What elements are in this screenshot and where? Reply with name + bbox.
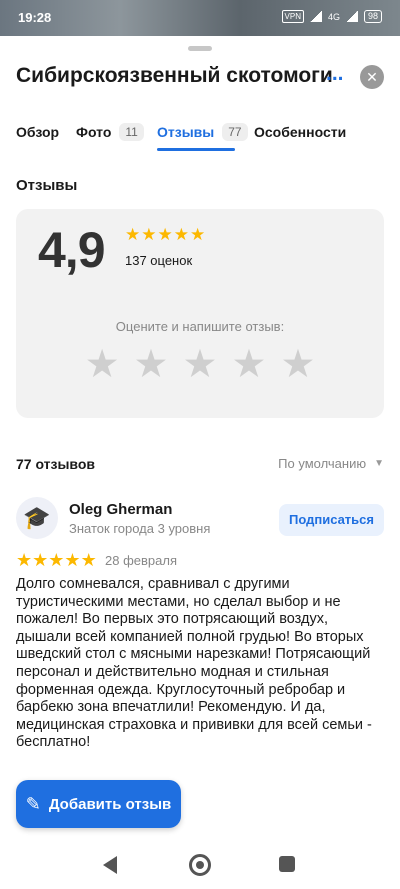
drag-handle[interactable] <box>188 46 212 51</box>
recent-apps-icon[interactable] <box>279 856 295 872</box>
star-icon: ★ <box>141 225 157 244</box>
star-icon: ★ <box>190 225 206 244</box>
review-author[interactable]: Oleg Gherman <box>69 501 172 518</box>
rate-star-1[interactable]: ★ <box>85 345 120 385</box>
close-button[interactable]: ✕ <box>360 65 384 89</box>
star-icon: ★ <box>16 550 33 570</box>
tab-label: Обзор <box>16 124 60 140</box>
star-icon: ★ <box>173 225 189 244</box>
rate-star-3[interactable]: ★ <box>183 345 218 385</box>
rating-summary-card: 4,9 ★ ★ ★ ★ ★ 137 оценок Оцените и напиш… <box>16 209 384 418</box>
review-text: Долго сомневался, сравнивал с другими ту… <box>16 576 372 751</box>
tab-label: Отзывы <box>157 124 215 140</box>
reviews-count: 77 отзывов <box>16 456 96 472</box>
sort-label: По умолчанию <box>278 456 367 471</box>
tab-features[interactable]: Особенности <box>254 122 346 142</box>
close-icon: ✕ <box>366 69 378 85</box>
tab-photos[interactable]: Фото 11 <box>76 122 144 142</box>
rate-star-4[interactable]: ★ <box>231 345 266 385</box>
status-bar: 19:28 VPN 4G 98 <box>0 0 400 36</box>
author-level: Знаток города 3 уровня <box>69 521 211 536</box>
sort-dropdown[interactable]: По умолчанию ▼ <box>278 456 384 471</box>
reviews-heading: Отзывы <box>16 177 78 194</box>
review-stars: ★ ★ ★ ★ ★ <box>16 551 97 569</box>
system-nav-bar <box>0 842 400 889</box>
tab-count-badge: 77 <box>222 123 248 141</box>
rate-stars-input: ★ ★ ★ ★ ★ <box>16 345 384 385</box>
signal-icon <box>345 11 358 22</box>
rate-star-2[interactable]: ★ <box>134 345 169 385</box>
add-review-button[interactable]: ✎ Добавить отзыв <box>16 780 181 828</box>
star-icon: ★ <box>48 550 65 570</box>
rate-star-5[interactable]: ★ <box>280 345 315 385</box>
rating-stars: ★ ★ ★ ★ ★ <box>125 226 205 243</box>
network-type: 4G <box>327 11 340 22</box>
vpn-indicator: VPN <box>281 10 304 23</box>
battery-icon: 98 <box>363 10 382 23</box>
add-review-label: Добавить отзыв <box>48 795 172 813</box>
star-icon: ★ <box>80 550 97 570</box>
wifi-icon <box>309 11 322 22</box>
home-dot <box>196 861 204 869</box>
star-icon: ★ <box>157 225 173 244</box>
star-icon: ★ <box>32 550 49 570</box>
chevron-down-icon: ▼ <box>374 458 384 469</box>
rate-prompt: Оцените и напишите отзыв: <box>115 319 285 334</box>
avatar[interactable]: 🎓 <box>16 497 58 539</box>
title-more: ... <box>326 62 344 85</box>
subscribe-button[interactable]: Подписаться <box>279 504 384 536</box>
status-time: 19:28 <box>18 10 52 25</box>
place-title: Сибирскоязвенный скотомогильн <box>16 64 332 87</box>
place-card-sheet: Сибирскоязвенный скотомогильн ... ✕ Обзо… <box>0 36 400 889</box>
home-icon[interactable] <box>189 854 211 876</box>
graduation-cap-icon: 🎓 <box>23 505 51 530</box>
tab-overview[interactable]: Обзор <box>16 122 59 142</box>
tabs-bar: Обзор Фото 11 Отзывы 77 Особенности <box>16 122 396 154</box>
status-icons: VPN 4G 98 <box>281 10 382 23</box>
pencil-icon: ✎ <box>25 793 41 814</box>
star-icon: ★ <box>64 550 81 570</box>
tab-label: Особенности <box>254 124 347 140</box>
back-icon[interactable] <box>103 856 117 874</box>
average-rating: 4,9 <box>38 222 106 278</box>
tab-label: Фото <box>76 124 112 140</box>
active-tab-indicator <box>157 148 235 151</box>
review-date: 28 февраля <box>105 553 177 568</box>
tab-reviews[interactable]: Отзывы 77 <box>157 122 248 142</box>
star-icon: ★ <box>125 225 141 244</box>
tab-count-badge: 11 <box>119 123 144 141</box>
ratings-count: 137 оценок <box>125 253 193 268</box>
